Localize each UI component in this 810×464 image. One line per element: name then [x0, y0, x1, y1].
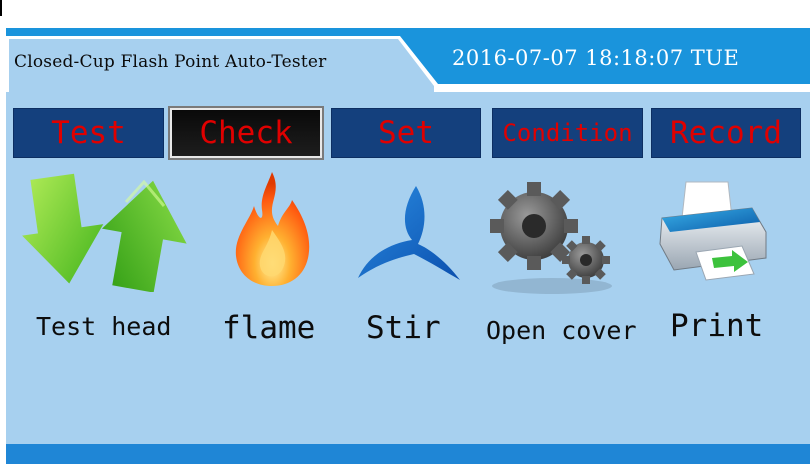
screen: Closed-Cup Flash Point Auto-Tester 2016-…: [0, 0, 810, 464]
corner-tick: [0, 0, 2, 16]
gears-icon[interactable]: [486, 182, 618, 296]
tab-test-label: Test: [51, 115, 126, 151]
tab-set[interactable]: Set: [331, 108, 481, 158]
flame-icon[interactable]: [232, 170, 314, 288]
tab-check[interactable]: Check: [168, 106, 324, 160]
stir-label: Stir: [366, 310, 441, 346]
app-title: Closed-Cup Flash Point Auto-Tester: [14, 52, 327, 72]
tab-condition[interactable]: Condition: [492, 108, 643, 158]
stir-blade-icon[interactable]: [356, 184, 462, 284]
bottom-bar: [6, 444, 810, 464]
top-border: [0, 0, 810, 4]
tab-set-label: Set: [378, 115, 434, 151]
tab-test[interactable]: Test: [13, 108, 164, 158]
tab-record-label: Record: [670, 115, 782, 151]
test-head-label: Test head: [36, 312, 172, 341]
tab-condition-label: Condition: [502, 119, 633, 147]
arrows-up-down-icon[interactable]: [22, 172, 198, 292]
tab-record[interactable]: Record: [651, 108, 801, 158]
open-cover-label: Open cover: [486, 316, 637, 345]
printer-icon[interactable]: [656, 178, 770, 282]
print-label: Print: [670, 308, 764, 344]
flame-label: flame: [222, 310, 316, 346]
tab-check-label: Check: [199, 115, 293, 151]
datetime-display: 2016-07-07 18:18:07 TUE: [452, 46, 740, 70]
